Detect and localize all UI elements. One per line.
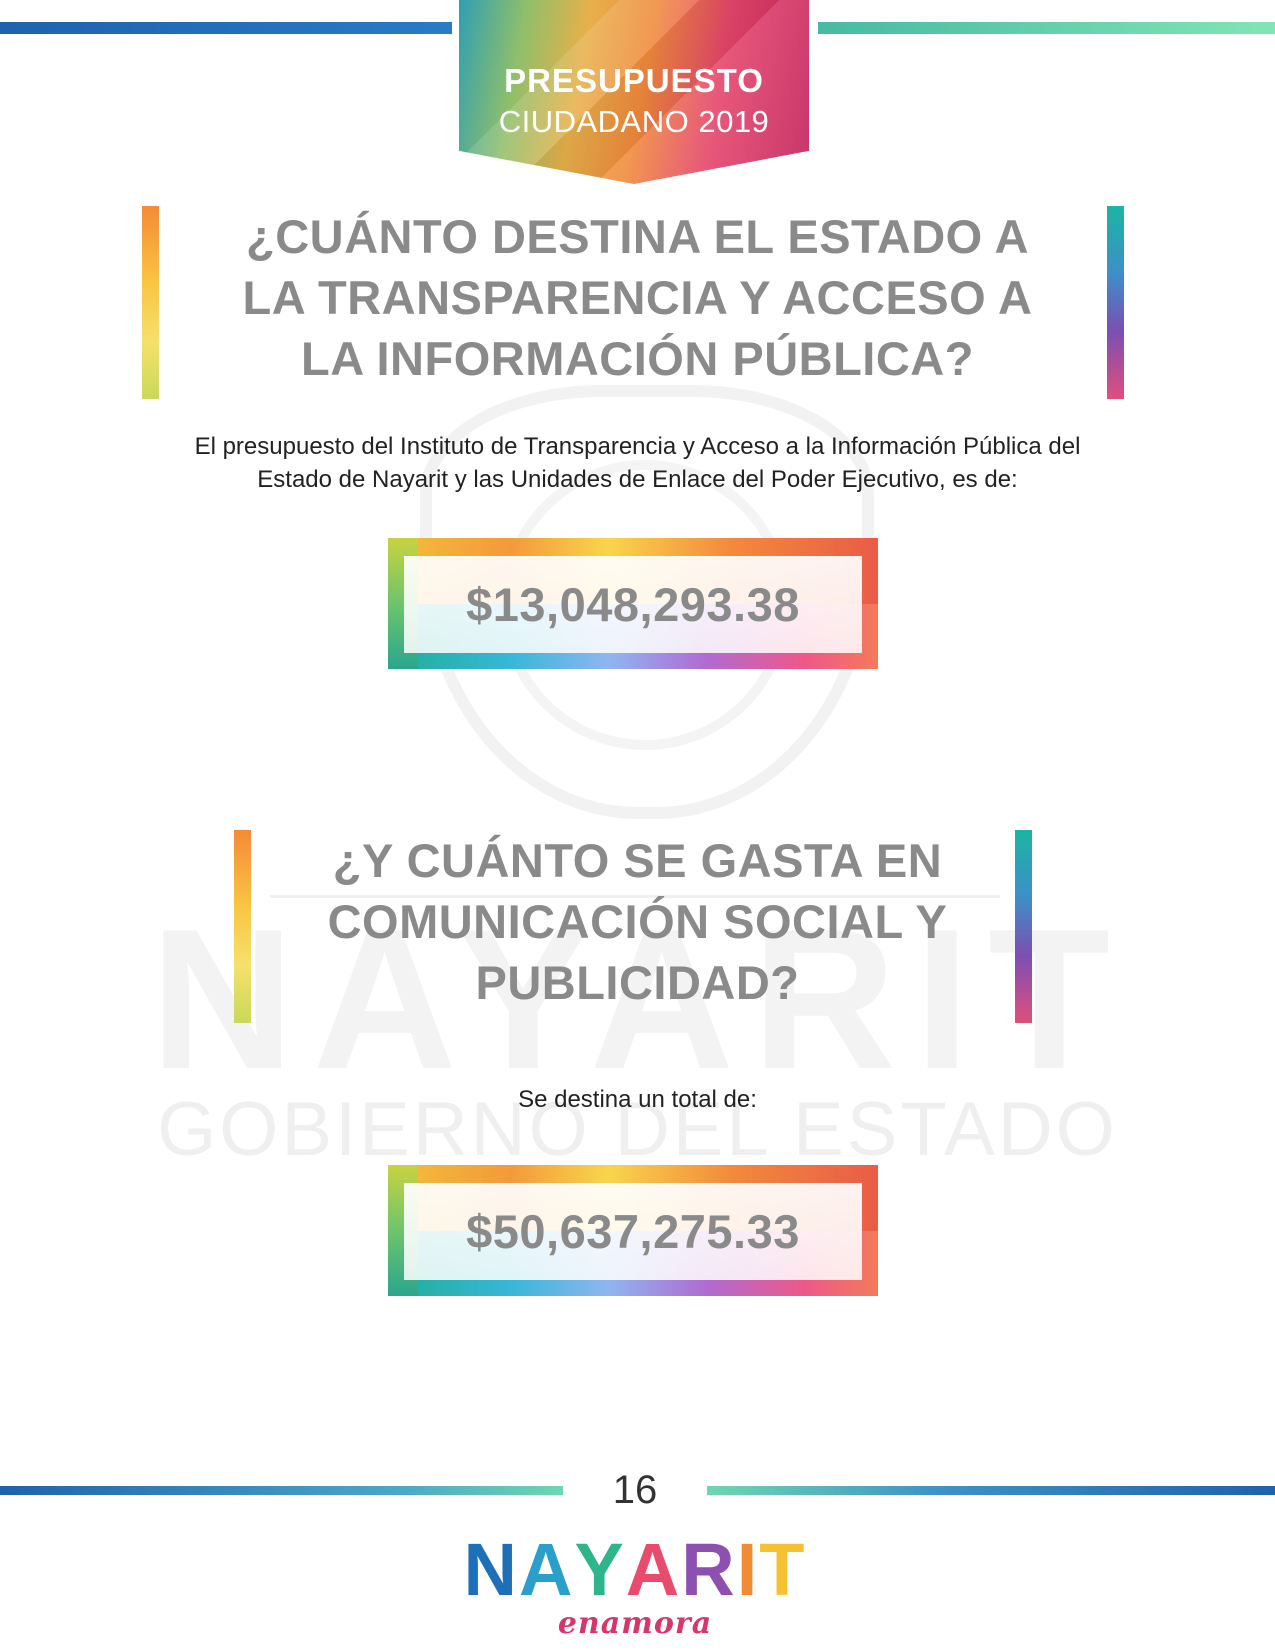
- footer-left-bar: [0, 1486, 563, 1495]
- page-number: 16: [612, 1468, 658, 1512]
- section2-amount-frame: $50,637,275.33: [388, 1165, 878, 1296]
- top-left-bar: [0, 22, 452, 34]
- section2-question-line2: COMUNICACIÓN SOCIAL Y: [327, 895, 948, 948]
- section2-left-accent: [234, 830, 251, 1023]
- logo-letter: R: [681, 1528, 737, 1611]
- badge-subtitle: CIUDADANO 2019: [498, 104, 770, 139]
- badge-title: PRESUPUESTO: [504, 62, 764, 99]
- section1-right-accent: [1107, 206, 1124, 399]
- section2-paragraph: Se destina un total de:: [518, 1086, 757, 1113]
- section1-question-line2: LA TRANSPARENCIA Y ACCESO A: [242, 271, 1033, 324]
- section2-question: ¿Y CUÁNTO SE GASTA EN COMUNICACIÓN SOCIA…: [270, 830, 1005, 1013]
- logo-letter: N: [463, 1528, 519, 1611]
- section1-question: ¿CUÁNTO DESTINA EL ESTADO A LA TRANSPARE…: [180, 206, 1095, 389]
- section1-question-line1: ¿CUÁNTO DESTINA EL ESTADO A: [246, 210, 1029, 263]
- logo-letter: Y: [574, 1528, 626, 1611]
- logo-letter: A: [625, 1528, 682, 1611]
- section1-question-line3: LA INFORMACIÓN PÚBLICA?: [301, 332, 974, 385]
- section1-left-accent: [142, 206, 159, 399]
- footer-right-bar: [707, 1486, 1275, 1495]
- top-right-bar: [818, 22, 1275, 34]
- section1-paragraph: El presupuesto del Instituto de Transpar…: [100, 430, 1175, 496]
- section1-amount-frame: $13,048,293.38: [388, 538, 878, 669]
- logo-letter: A: [518, 1528, 575, 1611]
- logo-wordmark: NAYARIT: [460, 1530, 810, 1610]
- section1-paragraph-line1: El presupuesto del Instituto de Transpar…: [194, 433, 1081, 460]
- section2-question-line3: PUBLICIDAD?: [475, 956, 800, 1009]
- section1-paragraph-line2: Estado de Nayarit y las Unidades de Enla…: [257, 466, 1018, 493]
- section1-amount: $13,048,293.38: [404, 556, 862, 653]
- logo-letter: I: [736, 1528, 760, 1611]
- logo-letter: T: [759, 1528, 807, 1611]
- section2-question-line1: ¿Y CUÁNTO SE GASTA EN: [332, 834, 943, 887]
- logo-tagline: enamora: [557, 1606, 713, 1641]
- section2-amount: $50,637,275.33: [404, 1183, 862, 1280]
- nayarit-logo: NAYARIT enamora: [460, 1530, 810, 1650]
- section2-right-accent: [1015, 830, 1032, 1023]
